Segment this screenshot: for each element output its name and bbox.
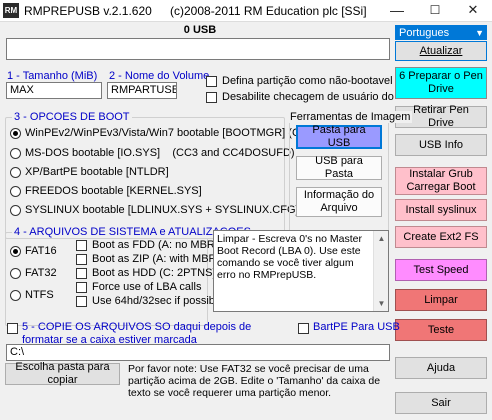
create-ext2-button[interactable]: Create Ext2 FS [395, 226, 487, 248]
image-tools-legend: Ferramentas de Imagem [288, 111, 413, 123]
non-bootable-label: Defina partição como não-bootavel [222, 75, 393, 87]
bartpe-checkbox[interactable] [298, 323, 309, 334]
language-selected: Portugues [399, 27, 450, 39]
app-icon: RM [3, 3, 19, 18]
fs-label-ntfs: NTFS [25, 289, 54, 301]
use-64hd-label: Use 64hd/32sec if possible [92, 295, 224, 307]
info-scrollbar[interactable]: ▲ ▼ [373, 231, 388, 311]
exit-button[interactable]: Sair [395, 392, 487, 414]
boot-label-winpe: WinPEv2/WinPEv3/Vista/Win7 bootable [BOO… [25, 127, 318, 139]
minimize-button[interactable]: — [378, 0, 416, 22]
folder-to-usb-button[interactable]: Pasta para USB [296, 124, 382, 149]
drive-list[interactable] [6, 38, 390, 60]
volume-input[interactable]: RMPARTUSB [107, 82, 177, 99]
choose-folder-button[interactable]: Escolha pasta para copiar [5, 361, 120, 386]
help-button[interactable]: Ajuda [395, 357, 487, 379]
maximize-button[interactable]: ☐ [416, 0, 454, 22]
usb-info-button[interactable]: USB Info [395, 134, 487, 156]
clean-button[interactable]: Limpar [395, 289, 487, 311]
boot-radio-winpe[interactable] [10, 128, 21, 139]
boot-label-msdos: MS-DOS bootable [IO.SYS] (CC3 and CC4DOS… [25, 147, 295, 159]
boot-label-xp: XP/BartPE bootable [NTLDR] [25, 166, 169, 178]
boot-as-fdd-label: Boot as FDD (A: no MBR) [92, 239, 219, 251]
disable-user-check-label: Desabilite checagem de usuário do [222, 91, 394, 103]
force-lba-checkbox[interactable] [76, 282, 87, 293]
boot-as-hdd-checkbox[interactable] [76, 268, 87, 279]
test-button[interactable]: Teste [395, 319, 487, 341]
client-area: 0 USB Portugues ▼ Atualizar 6 Preparar o… [0, 22, 492, 420]
boot-as-fdd-checkbox[interactable] [76, 240, 87, 251]
test-speed-button[interactable]: Test Speed [395, 259, 487, 281]
prepare-drive-button[interactable]: 6 Preparar o Pen Drive [395, 67, 487, 99]
copy-path-input[interactable]: C:\ [6, 344, 390, 361]
install-syslinux-button[interactable]: Install syslinux [395, 199, 487, 221]
language-select[interactable]: Portugues ▼ [395, 25, 487, 40]
fat32-note: Por favor note: Use FAT32 se você precis… [128, 363, 381, 399]
fs-radio-fat32[interactable] [10, 268, 21, 279]
size-label: 1 - Tamanho (MiB) [7, 70, 98, 82]
fs-label-fat32: FAT32 [25, 267, 57, 279]
copyright-text: (c)2008-2011 RM Education plc [SSi] [170, 4, 367, 18]
boot-as-hdd-label: Boot as HDD (C: 2PTNS) [92, 267, 217, 279]
use-64hd-checkbox[interactable] [76, 296, 87, 307]
scroll-down-icon[interactable]: ▼ [374, 296, 389, 311]
boot-label-freedos: FREEDOS bootable [KERNEL.SYS] [25, 185, 202, 197]
boot-options-legend: 3 - OPCOES DE BOOT [12, 111, 132, 123]
boot-radio-xp[interactable] [10, 167, 21, 178]
chevron-down-icon: ▼ [475, 28, 484, 38]
volume-label: 2 - Nome do Volume [109, 70, 210, 82]
close-button[interactable]: ✕ [454, 0, 492, 22]
disable-user-check-checkbox[interactable] [206, 92, 217, 103]
drive-header: 0 USB [183, 24, 217, 36]
boot-radio-syslinux[interactable] [10, 205, 21, 216]
window-title: RMPREPUSB v.2.1.620 [24, 4, 152, 18]
fs-label-fat16: FAT16 [25, 245, 57, 257]
update-button[interactable]: Atualizar [395, 41, 487, 61]
boot-radio-msdos[interactable] [10, 148, 21, 159]
fs-radio-ntfs[interactable] [10, 290, 21, 301]
copy-files-checkbox[interactable] [7, 323, 18, 334]
info-text: Limpar - Escreva 0's no Master Boot Reco… [217, 233, 362, 281]
title-bar: RM RMPREPUSB v.2.1.620 (c)2008-2011 RM E… [0, 0, 492, 22]
usb-to-folder-button[interactable]: USB para Pasta [296, 155, 382, 180]
fs-radio-fat16[interactable] [10, 246, 21, 257]
info-textbox[interactable]: Limpar - Escreva 0's no Master Boot Reco… [213, 230, 389, 312]
boot-as-zip-checkbox[interactable] [76, 254, 87, 265]
boot-label-syslinux: SYSLINUX bootable [LDLINUX.SYS + SYSLINU… [25, 204, 299, 216]
boot-as-zip-label: Boot as ZIP (A: with MBR) [92, 253, 221, 265]
file-info-button[interactable]: Informação do Arquivo [296, 187, 382, 217]
non-bootable-checkbox[interactable] [206, 76, 217, 87]
force-lba-label: Force use of LBA calls [92, 281, 202, 293]
boot-radio-freedos[interactable] [10, 186, 21, 197]
bartpe-label: BartPE Para USB [313, 321, 400, 333]
install-grub-button[interactable]: Instalar Grub Carregar Boot [395, 167, 487, 195]
scroll-up-icon[interactable]: ▲ [374, 231, 389, 246]
size-input[interactable]: MAX [6, 82, 102, 99]
